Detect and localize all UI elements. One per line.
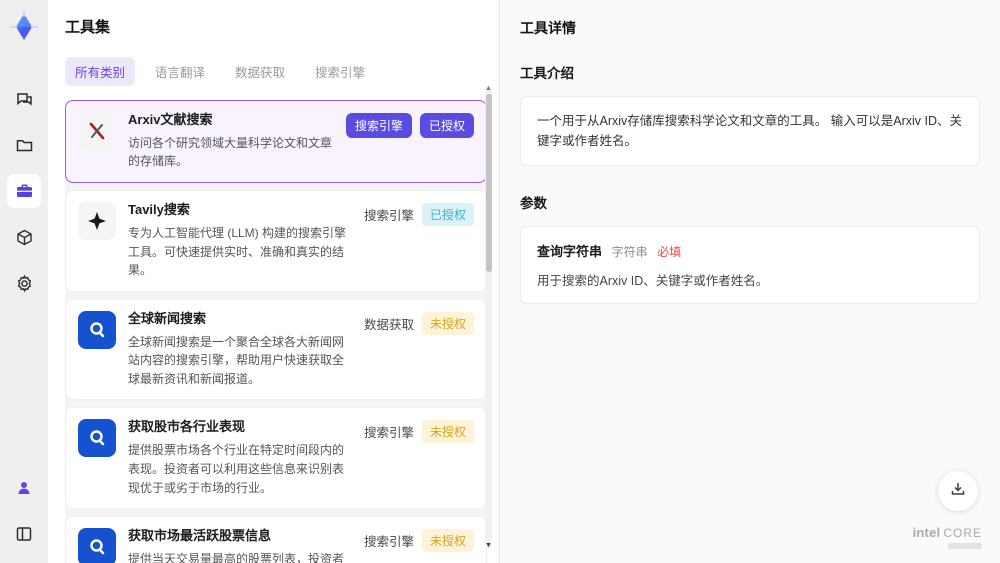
tool-description: 提供股票市场各个行业在特定时间段内的表现。投资者可以利用这些信息来识别表现优于或… [128, 443, 345, 495]
tool-category-tag[interactable]: 搜索引擎 [345, 113, 412, 138]
scroll-up-arrow-icon[interactable]: ▲ [484, 85, 493, 92]
tool-card[interactable]: Tavily搜索 专为人工智能代理 (LLM) 构建的搜索引擎工具。可快速提供实… [65, 190, 487, 292]
sidebar-collapse-button[interactable] [7, 517, 41, 551]
sidebar-item-toolset[interactable] [7, 174, 41, 208]
tab-label: 语言翻译 [155, 66, 206, 80]
tool-list-panel: 工具集 所有类别 语言翻译 数据获取 搜索引擎 Arxiv文献搜索 访问各个研究… [48, 0, 500, 563]
intro-heading: 工具介绍 [520, 66, 574, 81]
tool-auth-badge: 未授权 [421, 420, 474, 444]
tool-name: 全球新闻搜索 [128, 310, 207, 326]
category-tab-3[interactable]: 搜索引擎 [305, 57, 375, 86]
sidebar-item-account[interactable] [7, 471, 41, 505]
intel-core-logo: intel CORE [912, 524, 982, 549]
scrollbar-thumb[interactable] [485, 94, 492, 272]
parameter-required-badge: 必填 [657, 245, 682, 259]
tool-card[interactable]: Arxiv文献搜索 访问各个研究领域大量科学论文和文章的存储库。 搜索引擎 已授权 [65, 100, 487, 184]
tool-category-tag: 搜索引擎 [363, 535, 414, 550]
folder-icon [15, 136, 34, 155]
tool-card[interactable]: 获取市场最活跃股票信息 提供当天交易量最高的股票列表，投资者可以利用这些信息来识… [65, 516, 487, 563]
tool-category-tag: 数据获取 [363, 317, 414, 332]
tool-tags: 搜索引擎 未授权 [363, 529, 474, 553]
tool-list: Arxiv文献搜索 访问各个研究领域大量科学论文和文章的存储库。 搜索引擎 已授权… [65, 100, 487, 563]
sidebar-item-chat[interactable] [7, 82, 41, 116]
tool-auth-badge: 已授权 [421, 203, 474, 227]
search-logo-icon [78, 310, 116, 349]
details-title: 工具详情 [520, 20, 576, 36]
scroll-down-arrow-icon[interactable]: ▼ [484, 542, 493, 549]
tool-name: Tavily搜索 [128, 202, 190, 218]
app-window: 工具集 所有类别 语言翻译 数据获取 搜索引擎 Arxiv文献搜索 访问各个研究… [0, 0, 1000, 563]
app-logo-icon [7, 10, 41, 44]
sidebar-item-packages[interactable] [7, 220, 41, 254]
tool-auth-badge[interactable]: 已授权 [419, 113, 474, 138]
core-logo-text: CORE [943, 525, 982, 540]
tool-card[interactable]: 获取股市各行业表现 提供股票市场各个行业在特定时间段内的表现。投资者可以利用这些… [65, 407, 487, 510]
tool-card[interactable]: 全球新闻搜索 全球新闻搜索是一个聚合全球各大新闻网站内容的搜索引擎，帮助用户快速… [65, 298, 487, 401]
tool-description: 专为人工智能代理 (LLM) 构建的搜索引擎工具。可快速提供实时、准确和真实的结… [128, 225, 347, 278]
category-tab-2[interactable]: 数据获取 [225, 57, 295, 86]
left-icon-rail [0, 0, 48, 563]
tool-tags: 数据获取 未授权 [363, 311, 474, 335]
cube-icon [15, 228, 34, 247]
parameter-name: 查询字符串 [537, 244, 603, 259]
category-tab-1[interactable]: 语言翻译 [145, 57, 215, 86]
intro-box: 一个用于从Arxiv存储库搜索科学论文和文章的工具。 输入可以是Arxiv ID… [520, 96, 980, 166]
tool-name: Arxiv文献搜索 [128, 112, 213, 127]
tab-label: 搜索引擎 [315, 66, 366, 80]
list-scrollbar[interactable]: ▲ ▼ [484, 85, 493, 549]
search-logo-icon [78, 528, 116, 563]
tool-name: 获取股市各行业表现 [128, 419, 246, 435]
parameter-description: 用于搜索的Arxiv ID、关键字或作者姓名。 [537, 274, 769, 288]
category-tabs: 所有类别 语言翻译 数据获取 搜索引擎 [65, 57, 499, 86]
tool-tags: 搜索引擎 已授权 [363, 203, 474, 227]
intro-text: 一个用于从Arxiv存储库搜索科学论文和文章的工具。 输入可以是Arxiv ID… [537, 114, 963, 148]
tab-label: 数据获取 [235, 66, 286, 80]
tab-label: 所有类别 [75, 66, 126, 80]
category-tab-0[interactable]: 所有类别 [65, 57, 136, 86]
params-heading: 参数 [520, 196, 547, 211]
download-button[interactable] [938, 471, 978, 511]
tool-details-panel: 工具详情 工具介绍 一个用于从Arxiv存储库搜索科学论文和文章的工具。 输入可… [500, 0, 1000, 563]
tool-description: 全球新闻搜索是一个聚合全球各大新闻网站内容的搜索引擎，帮助用户快速获取全球最新资… [128, 334, 345, 386]
gear-icon [15, 274, 34, 293]
tool-tags: 搜索引擎 已授权 [345, 113, 474, 138]
tool-auth-badge: 未授权 [421, 529, 474, 553]
panel-layout-icon [15, 525, 33, 543]
chat-icon [15, 90, 34, 109]
parameter-header: 查询字符串 字符串 必填 [537, 241, 963, 260]
user-avatar-icon [15, 479, 33, 497]
tool-description: 访问各个研究领域大量科学论文和文章的存储库。 [128, 135, 333, 169]
page-title: 工具集 [65, 19, 111, 36]
tool-auth-badge: 未授权 [421, 311, 474, 335]
parameter-type: 字符串 [611, 245, 648, 259]
arxiv-logo-icon [78, 112, 116, 150]
download-icon [949, 480, 967, 503]
tool-category-tag: 搜索引擎 [363, 426, 414, 441]
intel-logo-text: intel [912, 524, 941, 540]
briefcase-icon [15, 182, 34, 201]
tool-category-tag: 搜索引擎 [363, 209, 414, 224]
intel-logo-subline [948, 543, 982, 549]
tool-description: 提供当天交易量最高的股票列表，投资者可以利用这些信息来识别流动性强的股票和潜在的… [128, 551, 345, 563]
tool-tags: 搜索引擎 未授权 [363, 420, 474, 444]
parameter-box: 查询字符串 字符串 必填 用于搜索的Arxiv ID、关键字或作者姓名。 [520, 226, 980, 304]
search-logo-icon [78, 419, 116, 458]
tavily-spark-icon [78, 202, 116, 241]
sidebar-item-settings[interactable] [7, 266, 41, 300]
sidebar-item-files[interactable] [7, 128, 41, 162]
tool-name: 获取市场最活跃股票信息 [128, 528, 272, 544]
